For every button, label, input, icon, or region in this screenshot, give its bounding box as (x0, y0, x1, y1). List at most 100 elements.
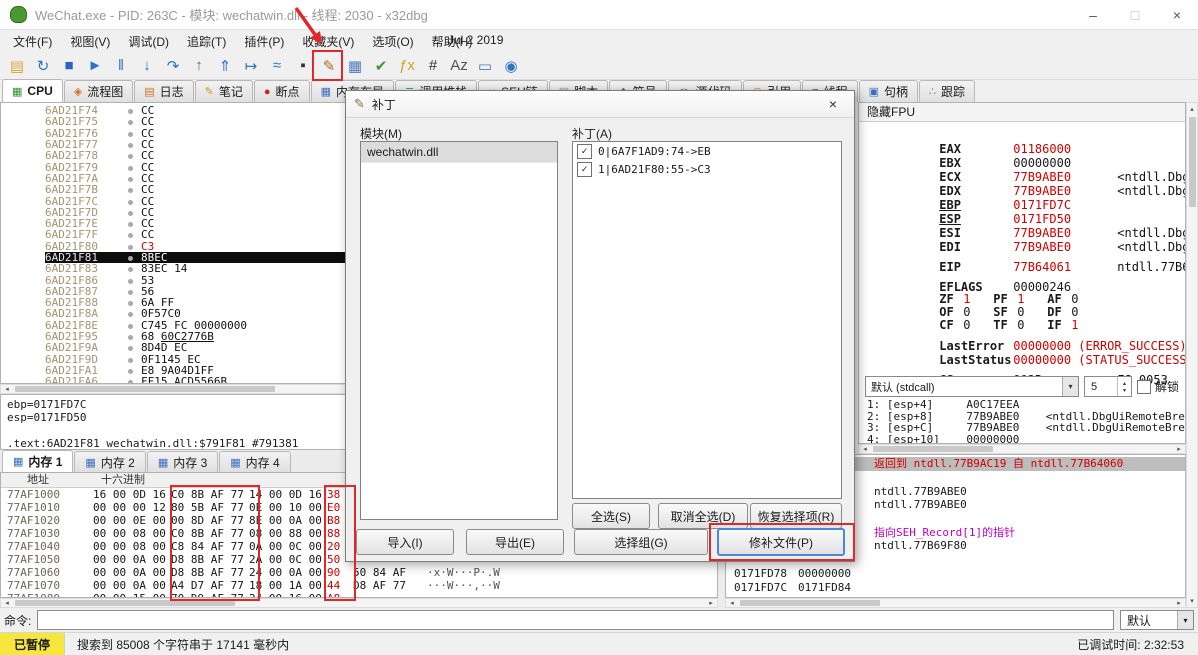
maximize-button[interactable]: □ (1114, 0, 1156, 30)
command-input[interactable] (37, 610, 1114, 630)
scrollbar-thumb[interactable] (15, 386, 275, 392)
restore-selection-button[interactable]: 恢复选择项(R) (750, 503, 842, 529)
tab-handles[interactable]: ▣ 句柄 (858, 80, 919, 102)
scroll-up-icon[interactable]: ▴ (1187, 103, 1197, 115)
checkbox-checked-icon[interactable]: ✓ (577, 143, 592, 159)
minimize-button[interactable]: – (1072, 0, 1114, 30)
close-button[interactable]: × (1156, 0, 1198, 30)
patch-item[interactable]: ✓ 1|6AD21F80:55->C3 (573, 160, 841, 178)
args-count-spinner[interactable]: 5 ▴ ▾ (1083, 376, 1132, 397)
menu-favourites[interactable]: 收藏夹(V) (293, 31, 363, 52)
module-item[interactable]: wechatwin.dll (361, 142, 557, 163)
spin-up-icon[interactable]: ▴ (1123, 380, 1126, 387)
notes-icon[interactable]: ▭ (473, 54, 497, 78)
patches-list[interactable]: ✓ 0|6A7F1AD9:74->EB ✓ 1|6AD21F80:55->C3 (572, 141, 842, 499)
registers-hscrollbar[interactable]: ◂ ▸ (858, 444, 1186, 454)
fx-icon[interactable]: ƒx (395, 54, 419, 78)
patch-icon[interactable]: ✎ (317, 54, 341, 78)
patch-file-button[interactable]: 修补文件(P) (717, 528, 845, 556)
stack-row[interactable]: 0171FD7C 0171FD84 (726, 580, 1185, 594)
calculator-icon[interactable]: # (421, 54, 445, 78)
chevron-down-icon[interactable]: ▾ (1177, 611, 1193, 629)
select-all-button[interactable]: 全选(S) (572, 503, 650, 529)
menu-view[interactable]: 视图(V) (61, 31, 119, 52)
dump-hscrollbar[interactable]: ◂ ▸ (0, 598, 718, 608)
select-group-button[interactable]: 选择组(G) (574, 529, 708, 555)
scroll-left-icon[interactable]: ◂ (859, 445, 871, 453)
stop-icon[interactable]: ■ (57, 54, 81, 78)
restart-icon[interactable]: ↻ (31, 54, 55, 78)
tab-notes[interactable]: ✎ 笔记 (194, 80, 253, 102)
dump-row[interactable]: 77AF1070 00 00 0A 00 A4 D7 AF 77 18 00 1… (1, 579, 717, 592)
scroll-right-icon[interactable]: ▸ (1173, 599, 1185, 607)
tab-breakpoints[interactable]: ● 断点 (253, 80, 310, 102)
menu-options[interactable]: 选项(O) (363, 31, 422, 52)
checkbox-checked-icon[interactable]: ✓ (577, 161, 592, 177)
scroll-left-icon[interactable]: ◂ (726, 599, 738, 607)
check-icon[interactable]: ✔ (369, 54, 393, 78)
stack-hscrollbar[interactable]: ◂ ▸ (725, 598, 1186, 608)
memory-map-icon[interactable]: ▦ (343, 54, 367, 78)
command-scope-select[interactable]: 默认 ▾ (1120, 610, 1194, 630)
registers-pane[interactable]: 隐藏FPU EAX 01186000 EBX 00000000 ECX 77B9ABE… (858, 102, 1186, 444)
memory-tab-3[interactable]: ▦ 内存 3 (146, 451, 219, 472)
right-vscrollbar[interactable]: ▴ ▾ (1186, 102, 1198, 608)
stack-argument-row[interactable]: 3: [esp+C] 77B9ABE0 <ntdll.DbgUiRemoteBr… (859, 422, 1185, 434)
hide-fpu-button[interactable]: 隐藏FPU (859, 103, 1185, 122)
stack-row[interactable]: 0171FD78 00000000 (726, 567, 1185, 581)
menu-file[interactable]: 文件(F) (4, 31, 61, 52)
stack-argument-row[interactable]: 4: [esp+10] 00000000 (859, 433, 1185, 443)
scroll-left-icon[interactable]: ◂ (1, 385, 13, 393)
scroll-down-icon[interactable]: ▾ (1187, 595, 1197, 607)
spin-down-icon[interactable]: ▾ (1123, 387, 1126, 394)
step-out-icon[interactable]: ↑ (187, 54, 211, 78)
menu-debug[interactable]: 调试(D) (119, 31, 178, 52)
export-button[interactable]: 导出(E) (466, 529, 564, 555)
register-value: 00000000 (STATUS_SUCCESS) (1013, 353, 1186, 367)
pause-icon[interactable]: ‖ (109, 54, 133, 78)
scrollbar-thumb[interactable] (740, 600, 880, 606)
tab-graph[interactable]: ◈ 流程图 (63, 80, 134, 102)
deselect-all-button[interactable]: 取消全选(D) (658, 503, 748, 529)
unlock-checkbox[interactable]: 解锁 (1136, 378, 1179, 395)
dialog-close-icon[interactable]: × (820, 96, 846, 112)
scroll-right-icon[interactable]: ▸ (705, 599, 717, 607)
run-icon[interactable]: ► (83, 54, 107, 78)
chevron-down-icon[interactable]: ▾ (1061, 377, 1078, 396)
memory-tab-4[interactable]: ▦ 内存 4 (219, 451, 291, 472)
preferences-icon[interactable]: ◉ (499, 54, 523, 78)
command-icon[interactable]: ▪ (291, 54, 315, 78)
skip-next-icon[interactable]: ↦ (239, 54, 263, 78)
memory-tab-label: 内存 1 (28, 455, 63, 469)
dump-row[interactable]: 77AF1060 00 00 0A 00 D8 8B AF 77 24 00 0… (1, 566, 717, 579)
dialog-title-bar[interactable]: ✎ 补丁 × (346, 91, 854, 118)
menu-trace[interactable]: 追踪(T) (178, 31, 235, 52)
scroll-left-icon[interactable]: ◂ (1, 599, 13, 607)
open-file-icon[interactable]: ▤ (5, 54, 29, 78)
tab-log[interactable]: ▤ 日志 (134, 80, 194, 102)
az-icon[interactable]: Az (447, 54, 471, 78)
memory-tab-label: 内存 3 (173, 455, 208, 470)
stack-argument-row[interactable]: 1: [esp+4] A0C17EEA (859, 399, 1185, 411)
calling-convention-select[interactable]: 默认 (stdcall) ▾ (865, 376, 1079, 397)
scrollbar-thumb[interactable] (873, 446, 993, 452)
scrollbar-thumb[interactable] (1189, 117, 1196, 207)
menu-plugins[interactable]: 插件(P) (235, 31, 293, 52)
tab-icon: ∴ (929, 86, 937, 98)
tab-trace[interactable]: ∴ 跟踪 (919, 80, 976, 102)
run-to-user-code-icon[interactable]: ⇑ (213, 54, 237, 78)
step-into-icon[interactable]: ↓ (135, 54, 159, 78)
register-row[interactable]: EAX 01186000 (859, 128, 1185, 156)
tab-cpu[interactable]: ▦ CPU (2, 79, 63, 102)
step-over-icon[interactable]: ↷ (161, 54, 185, 78)
memory-tab-2[interactable]: ▦ 内存 2 (74, 451, 146, 472)
register-value: 77B9ABE0 (1013, 226, 1072, 240)
scrollbar-thumb[interactable] (15, 600, 235, 606)
import-button[interactable]: 导入(I) (356, 529, 454, 555)
modules-list[interactable]: wechatwin.dll (360, 141, 558, 520)
animate-icon[interactable]: ≈ (265, 54, 289, 78)
scroll-right-icon[interactable]: ▸ (1173, 445, 1185, 453)
memory-tab-1[interactable]: ▦ 内存 1 (2, 450, 74, 472)
checkbox-icon[interactable] (1136, 379, 1151, 394)
patch-item[interactable]: ✓ 0|6A7F1AD9:74->EB (573, 142, 841, 160)
